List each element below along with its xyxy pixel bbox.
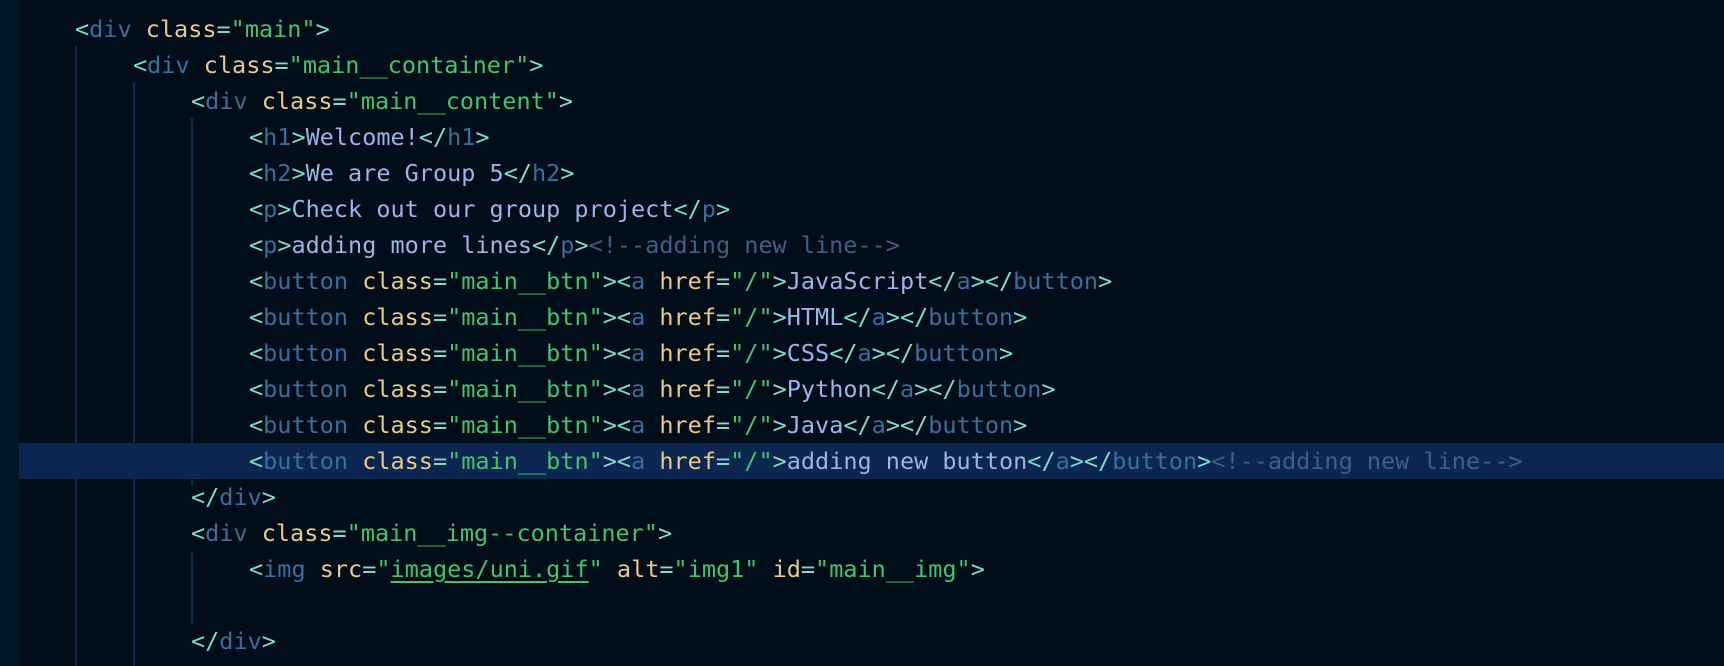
code-line[interactable]: <div class="main__container"> — [0, 47, 1724, 83]
code-line[interactable] — [0, 587, 1724, 623]
code-line[interactable]: <div class="main__content"> — [0, 83, 1724, 119]
code-line[interactable]: <div class="main__img--container"> — [0, 515, 1724, 551]
code-line-text: <div class="main__container"> — [133, 51, 544, 79]
code-line-text: <h1>Welcome!</h1> — [249, 123, 490, 151]
code-line[interactable]: <button class="main__btn"><a href="/">Py… — [0, 371, 1724, 407]
code-line-text: </div> — [191, 483, 276, 511]
code-line-text: <div class="main__img--container"> — [191, 519, 673, 547]
code-line[interactable]: <div class="main"> — [0, 11, 1724, 47]
code-line-text: <p>Check out our group project</p> — [249, 195, 731, 223]
code-line[interactable]: </div> — [0, 479, 1724, 515]
code-editor[interactable]: <div class="main"> <div class="main__cont… — [0, 0, 1724, 666]
code-line[interactable]: <button class="main__btn"><a href="/">CS… — [0, 335, 1724, 371]
code-line-text: </div> — [191, 627, 276, 655]
code-line-text: <button class="main__btn"><a href="/">Ja… — [249, 267, 1113, 295]
code-line-text: <button class="main__btn"><a href="/">CS… — [249, 339, 1014, 367]
code-line[interactable]: <button class="main__btn"><a href="/">Ja… — [0, 263, 1724, 299]
code-line[interactable]: <h2>We are Group 5</h2> — [0, 155, 1724, 191]
code-line-text: <p>adding more lines</p><!--adding new l… — [249, 231, 900, 259]
code-line-text: <button class="main__btn"><a href="/">ad… — [249, 447, 1523, 475]
code-line[interactable]: <img src="images/uni.gif" alt="img1" id=… — [0, 551, 1724, 587]
code-line-text: <button class="main__btn"><a href="/">HT… — [249, 303, 1028, 331]
code-line[interactable]: <p>adding more lines</p><!--adding new l… — [0, 227, 1724, 263]
code-line-text: <h2>We are Group 5</h2> — [249, 159, 575, 187]
code-line-text: <button class="main__btn"><a href="/">Py… — [249, 375, 1056, 403]
code-line[interactable]: <button class="main__btn"><a href="/">Ja… — [0, 407, 1724, 443]
code-line[interactable]: </div> — [0, 623, 1724, 659]
active-code-line[interactable]: <button class="main__btn"><a href="/">ad… — [19, 443, 1724, 479]
code-line-text: <div class="main__content"> — [191, 87, 574, 115]
code-line-text: <img src="images/uni.gif" alt="img1" id=… — [249, 555, 985, 583]
code-line[interactable]: <p>Check out our group project</p> — [0, 191, 1724, 227]
code-line[interactable]: <h1>Welcome!</h1> — [0, 119, 1724, 155]
code-line[interactable]: <button class="main__btn"><a href="/">HT… — [0, 299, 1724, 335]
code-line-text: <button class="main__btn"><a href="/">Ja… — [249, 411, 1028, 439]
code-line-text: <div class="main"> — [75, 15, 330, 43]
